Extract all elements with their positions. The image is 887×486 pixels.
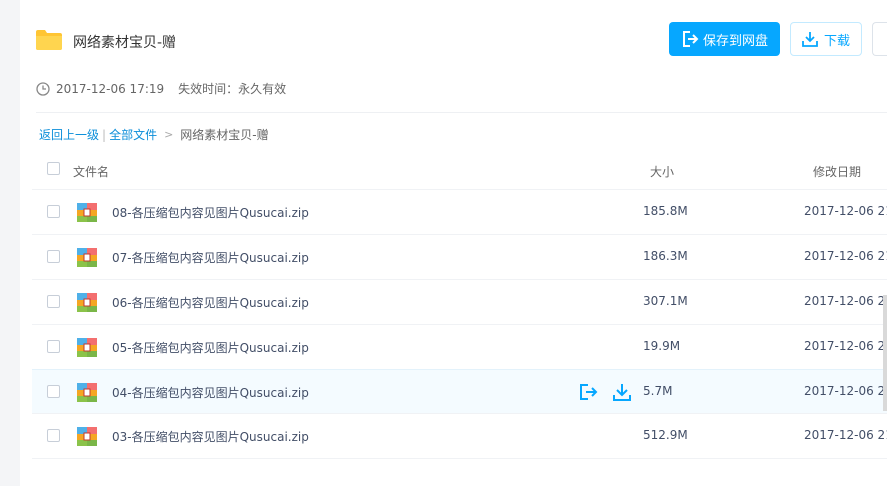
file-row[interactable]: 05-各压缩包内容见图片Qusucai.zip 19.9M 2017-12-06… [32, 325, 887, 370]
row-actions [578, 382, 632, 402]
file-name[interactable]: 08-各压缩包内容见图片Qusucai.zip [112, 204, 309, 221]
save-to-netdisk-button[interactable]: 保存到网盘 [669, 22, 780, 56]
file-date: 2017-12-06 21: [804, 339, 887, 353]
save-icon [580, 384, 598, 400]
file-size: 307.1M [643, 294, 688, 308]
zip-file-icon [77, 248, 97, 267]
all-files-link[interactable]: 全部文件 [109, 126, 157, 143]
share-meta: 2017-12-06 17:19 失效时间：永久有效 [36, 80, 286, 97]
file-row-hovered[interactable]: 04-各压缩包内容见图片Qusucai.zip 5.7M 2017-12-06 … [32, 369, 887, 414]
more-button[interactable] [872, 22, 887, 56]
header-divider [36, 112, 887, 113]
zip-file-icon [77, 383, 97, 402]
row-download-button[interactable] [612, 382, 632, 402]
zip-file-icon [77, 293, 97, 312]
row-save-button[interactable] [578, 382, 598, 402]
list-header: 文件名 大小 修改日期 [32, 149, 887, 190]
page-title: 网络素材宝贝-赠 [73, 35, 177, 51]
row-checkbox[interactable] [47, 295, 60, 308]
back-link[interactable]: 返回上一级 [39, 126, 99, 143]
chevron-right-icon: > [164, 128, 174, 141]
scrollbar[interactable] [883, 295, 887, 411]
file-size: 185.8M [643, 204, 688, 218]
file-name[interactable]: 07-各压缩包内容见图片Qusucai.zip [112, 249, 309, 266]
download-icon [613, 384, 631, 401]
row-checkbox[interactable] [47, 340, 60, 353]
file-size: 19.9M [643, 339, 681, 353]
file-date: 2017-12-06 21: [804, 428, 887, 442]
column-name[interactable]: 文件名 [73, 163, 109, 180]
file-row[interactable]: 07-各压缩包内容见图片Qusucai.zip 186.3M 2017-12-0… [32, 235, 887, 280]
zip-file-icon [77, 338, 97, 357]
row-checkbox[interactable] [47, 384, 60, 398]
file-name[interactable]: 06-各压缩包内容见图片Qusucai.zip [112, 294, 309, 311]
breadcrumb: 返回上一级 | 全部文件 > 网络素材宝贝-赠 [39, 126, 269, 143]
file-date: 2017-12-06 21: [804, 294, 887, 308]
select-all-checkbox[interactable] [47, 162, 60, 175]
created-time: 2017-12-06 17:19 [56, 81, 165, 96]
save-button-label: 保存到网盘 [702, 33, 768, 49]
download-icon [802, 32, 818, 47]
row-checkbox[interactable] [47, 250, 60, 263]
file-row[interactable]: 08-各压缩包内容见图片Qusucai.zip 185.8M 2017-12-0… [32, 190, 887, 235]
file-row[interactable]: 03-各压缩包内容见图片Qusucai.zip 512.9M 2017-12-0… [32, 414, 887, 459]
zip-file-icon [77, 427, 97, 446]
column-date[interactable]: 修改日期 [813, 163, 861, 180]
download-button[interactable]: 下载 [790, 22, 862, 56]
file-row[interactable]: 06-各压缩包内容见图片Qusucai.zip 307.1M 2017-12-0… [32, 280, 887, 325]
breadcrumb-current: 网络素材宝贝-赠 [180, 128, 269, 142]
file-size: 512.9M [643, 428, 688, 442]
file-date: 2017-12-06 21: [804, 249, 887, 263]
download-button-label: 下载 [823, 33, 850, 49]
file-date: 2017-12-06 21: [804, 204, 887, 218]
file-size: 5.7M [643, 384, 673, 398]
zip-file-icon [77, 203, 97, 222]
file-name[interactable]: 05-各压缩包内容见图片Qusucai.zip [112, 339, 309, 356]
file-size: 186.3M [643, 249, 688, 263]
column-size[interactable]: 大小 [650, 163, 674, 180]
folder-icon [36, 30, 62, 50]
breadcrumb-separator: | [102, 127, 107, 142]
row-checkbox[interactable] [47, 205, 60, 218]
share-panel: 网络素材宝贝-赠 保存到网盘 下载 2017-12-06 17:19 失效时间：… [20, 0, 887, 486]
file-name[interactable]: 03-各压缩包内容见图片Qusucai.zip [112, 428, 309, 445]
file-name[interactable]: 04-各压缩包内容见图片Qusucai.zip [112, 384, 309, 401]
expiry-text: 失效时间：永久有效 [178, 82, 287, 96]
clock-icon [36, 81, 50, 96]
row-checkbox[interactable] [47, 429, 60, 442]
file-date: 2017-12-06 21: [804, 384, 887, 398]
save-icon [682, 31, 699, 47]
